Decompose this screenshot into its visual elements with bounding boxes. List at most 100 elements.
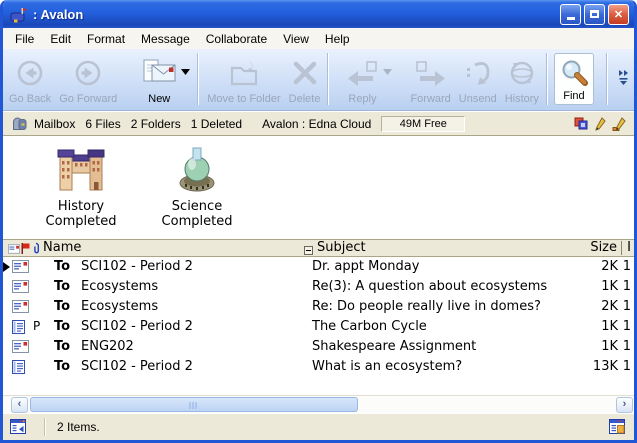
building-h-icon xyxy=(55,144,107,194)
recipient-prefix: To xyxy=(54,259,70,274)
new-message-icon xyxy=(141,53,177,93)
message-row[interactable]: To ENG202 Shakespeare Assignment 1K 1 xyxy=(3,337,634,357)
window-title: : Avalon xyxy=(33,7,557,22)
envelope-icon xyxy=(12,300,29,317)
delete-button: Delete xyxy=(285,51,325,107)
shortcut-science-completed[interactable]: Science Completed xyxy=(142,144,252,229)
delete-icon xyxy=(291,53,319,93)
column-divider[interactable] xyxy=(621,241,622,255)
flask-icon xyxy=(171,144,223,194)
recipient-prefix: To xyxy=(54,319,70,334)
recipient-name: SCI102 - Period 2 xyxy=(81,319,193,334)
column-header-truncated[interactable]: I xyxy=(627,240,631,255)
signature-pen-icon[interactable] xyxy=(612,117,626,131)
message-subject: Dr. appt Monday xyxy=(312,259,419,274)
recipient-prefix: To xyxy=(54,299,70,314)
envelope-icon xyxy=(12,260,29,277)
envelope-icon xyxy=(12,340,29,357)
menu-file[interactable]: File xyxy=(7,30,42,48)
collapse-panel-icon[interactable] xyxy=(10,419,28,435)
new-button[interactable]: New xyxy=(137,51,181,107)
go-forward-icon xyxy=(73,53,103,93)
current-row-marker-icon xyxy=(3,262,10,272)
column-header-subject[interactable]: Subject xyxy=(317,240,366,255)
find-button[interactable]: Find xyxy=(554,53,594,105)
recipient-name: Ecosystems xyxy=(81,299,158,314)
app-window: : Avalon ✕ File Edit Format Message Coll… xyxy=(0,0,637,443)
toolbar-separator xyxy=(328,53,329,105)
statusbar: 2 Items. xyxy=(3,413,634,440)
go-forward-button: Go Forward xyxy=(55,51,121,107)
free-space-text: 49M Free xyxy=(400,118,447,130)
menu-help[interactable]: Help xyxy=(317,30,358,48)
recipient-name: SCI102 - Period 2 xyxy=(81,359,193,374)
menu-format[interactable]: Format xyxy=(79,30,133,48)
message-icon[interactable] xyxy=(8,243,20,258)
recipient-name: SCI102 - Period 2 xyxy=(81,259,193,274)
go-back-button: Go Back xyxy=(5,51,55,107)
truncated-cell: 1 xyxy=(623,339,631,354)
truncated-cell: 1 xyxy=(623,279,631,294)
toolbar: Go Back Go Forward New xyxy=(3,49,634,111)
recipient-name: Ecosystems xyxy=(81,279,158,294)
message-row[interactable]: To Ecosystems Re(3): A question about ec… xyxy=(3,277,634,297)
menubar: File Edit Format Message Collaborate Vie… xyxy=(3,28,634,49)
recipient-prefix: To xyxy=(54,339,70,354)
truncated-cell: 1 xyxy=(623,359,631,374)
reply-icon xyxy=(345,53,379,93)
toolbar-separator xyxy=(607,53,608,105)
message-subject: Re: Do people really live in domes? xyxy=(312,299,541,314)
truncated-cell: 1 xyxy=(623,259,631,274)
move-to-folder-icon xyxy=(228,53,260,93)
message-size: 1K xyxy=(601,339,618,354)
recipient-prefix: To xyxy=(54,279,70,294)
message-size: 2K xyxy=(601,299,618,314)
message-row[interactable]: To SCI102 - Period 2 What is an ecosyste… xyxy=(3,357,634,377)
close-button[interactable]: ✕ xyxy=(608,4,629,25)
menu-collaborate[interactable]: Collaborate xyxy=(198,30,275,48)
shortcut-history-completed[interactable]: History Completed xyxy=(30,144,132,229)
mailbox-content-pane: History Completed Science Completed xyxy=(3,136,634,395)
message-row[interactable]: To SCI102 - Period 2 Dr. appt Monday 2K … xyxy=(3,257,634,277)
menu-edit[interactable]: Edit xyxy=(42,30,79,48)
truncated-cell: 1 xyxy=(623,319,631,334)
pencil-icon[interactable] xyxy=(594,117,606,131)
titlebar: : Avalon ✕ xyxy=(3,0,634,28)
message-row[interactable]: To Ecosystems Re: Do people really live … xyxy=(3,297,634,317)
forward-icon xyxy=(414,53,448,93)
new-dropdown-arrow-icon[interactable] xyxy=(181,51,194,107)
recipient-name: ENG202 xyxy=(81,339,134,354)
toolbar-overflow-chevron-icon[interactable] xyxy=(612,69,630,90)
view-layout-icon[interactable] xyxy=(609,419,627,435)
go-back-icon xyxy=(15,53,45,93)
message-size: 2K xyxy=(601,259,618,274)
menu-message[interactable]: Message xyxy=(133,30,198,48)
forward-button: Forward xyxy=(406,51,454,107)
recipient-prefix: To xyxy=(54,359,70,374)
flag-icon[interactable] xyxy=(21,243,30,258)
shortcut-icon-pane: History Completed Science Completed xyxy=(3,136,634,239)
free-space-meter: 49M Free xyxy=(381,116,465,132)
list-empty-space xyxy=(3,377,634,395)
maximize-button[interactable] xyxy=(584,4,605,25)
scroll-right-arrow-icon[interactable]: › xyxy=(616,397,633,413)
message-list: To SCI102 - Period 2 Dr. appt Monday 2K … xyxy=(3,257,634,377)
message-row[interactable]: P To SCI102 - Period 2 The Carbon Cycle … xyxy=(3,317,634,337)
message-subject: Re(3): A question about ecosystems xyxy=(312,279,547,294)
column-header-name[interactable]: Name xyxy=(43,240,81,255)
message-size: 13K xyxy=(593,359,618,374)
layers-icon[interactable] xyxy=(574,117,588,130)
unsend-icon xyxy=(463,53,493,93)
history-button: History xyxy=(501,51,543,107)
column-header-size[interactable]: Size xyxy=(590,240,617,255)
menu-view[interactable]: View xyxy=(275,30,317,48)
minimize-button[interactable] xyxy=(560,4,581,25)
list-header: Name Subject Size I xyxy=(3,239,634,257)
scroll-left-arrow-icon[interactable]: ‹ xyxy=(11,397,28,413)
horizontal-scrollbar[interactable]: ‹ › xyxy=(3,395,634,413)
statusbar-separator xyxy=(44,418,45,436)
message-subject: The Carbon Cycle xyxy=(312,319,427,334)
scrollbar-thumb[interactable] xyxy=(30,397,358,412)
reply-button: Reply xyxy=(341,51,383,107)
priority-flag: P xyxy=(33,319,40,333)
